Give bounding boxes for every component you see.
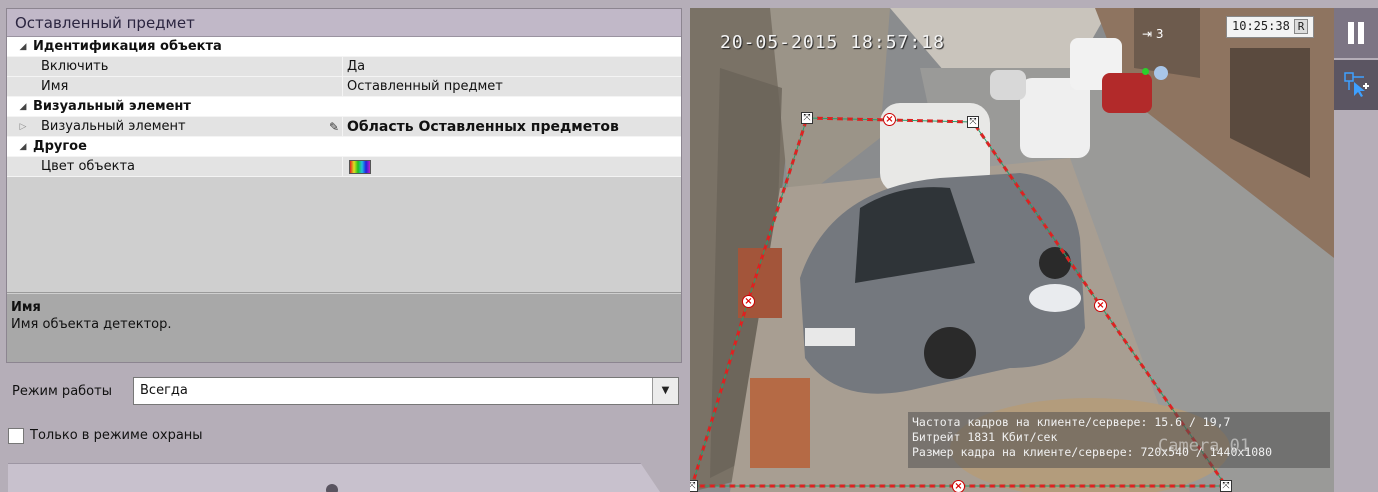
clock-time: 10:25:38 xyxy=(1232,19,1290,33)
status-circle-icon xyxy=(1154,66,1168,80)
zone-midpoint-remove-icon[interactable]: × xyxy=(883,113,896,126)
collapse-arrow-icon[interactable]: ◢ xyxy=(17,37,29,57)
property-row-enable[interactable]: Включить Да xyxy=(7,57,681,77)
stats-bitrate: Битрейт 1831 Кбит/сек xyxy=(912,430,1058,444)
pencil-icon[interactable]: ✎ xyxy=(329,117,339,137)
dropdown-arrow-icon[interactable]: ▼ xyxy=(652,378,678,404)
camera-name-watermark: Camera 01 xyxy=(1158,436,1251,456)
description-title: Имя xyxy=(11,300,41,315)
stats-frame-size: Размер кадра на клиенте/сервере: 720x540… xyxy=(912,445,1273,459)
pause-icon xyxy=(1348,22,1354,44)
guard-only-checkbox[interactable] xyxy=(8,428,24,444)
camera-toolbar xyxy=(1334,8,1378,492)
property-row-visual-element[interactable]: ▷ Визуальный элемент ✎ Область Оставленн… xyxy=(7,117,681,137)
property-row-name[interactable]: Имя Оставленный предмет xyxy=(7,77,681,97)
properties-panel: Оставленный предмет ◢ Идентификация объе… xyxy=(6,8,682,363)
color-swatch-value[interactable] xyxy=(347,157,371,177)
zone-midpoint-remove-icon[interactable]: × xyxy=(1094,299,1107,312)
add-zone-button[interactable] xyxy=(1334,60,1378,110)
record-badge[interactable]: R xyxy=(1293,19,1309,34)
camera-count: ⇥ 3 xyxy=(1142,27,1164,41)
zone-vertex-handle[interactable]: ⤧ xyxy=(1220,480,1232,492)
property-name: Визуальный элемент xyxy=(35,117,343,137)
property-value[interactable]: Оставленный предмет xyxy=(347,77,503,97)
tab-handle-icon[interactable] xyxy=(326,484,338,492)
zone-vertex-handle[interactable]: ⤧ xyxy=(690,480,698,492)
description-text: Имя объекта детектор. xyxy=(11,317,172,332)
camera-count-value: 3 xyxy=(1155,27,1164,41)
category-label: Визуальный элемент xyxy=(33,99,191,114)
property-name: Цвет объекта xyxy=(35,157,343,177)
camera-view[interactable]: 20-05-2015 18:57:18 10:25:38 R ⇥ 3 ⤧ ⤧ ⤧ … xyxy=(690,8,1334,492)
category-identification[interactable]: ◢ Идентификация объекта xyxy=(7,37,681,57)
pause-button[interactable] xyxy=(1334,8,1378,58)
guard-only-label[interactable]: Только в режиме охраны xyxy=(30,428,203,443)
pause-icon xyxy=(1358,22,1364,44)
mode-label: Режим работы xyxy=(12,384,112,399)
expand-arrow-icon[interactable]: ▷ xyxy=(17,117,29,137)
collapse-arrow-icon[interactable]: ◢ xyxy=(17,137,29,157)
camera-timestamp: 20-05-2015 18:57:18 xyxy=(720,32,945,53)
zone-vertex-handle[interactable]: ⤧ xyxy=(967,116,979,128)
property-value[interactable]: Область Оставленных предметов xyxy=(347,117,619,137)
property-name: Имя xyxy=(35,77,343,97)
status-dot-icon xyxy=(1142,68,1149,75)
mode-select[interactable]: Всегда ▼ xyxy=(133,377,679,405)
zone-vertex-handle[interactable]: ⤧ xyxy=(801,112,813,124)
zone-midpoint-remove-icon[interactable]: × xyxy=(742,295,755,308)
stats-fps: Частота кадров на клиенте/сервере: 15.6 … xyxy=(912,415,1231,429)
category-other[interactable]: ◢ Другое xyxy=(7,137,681,157)
add-zone-icon xyxy=(1344,72,1369,97)
clock-display: 10:25:38 R xyxy=(1226,16,1315,38)
property-value[interactable]: Да xyxy=(347,57,365,77)
bottom-panel-tab[interactable] xyxy=(8,463,660,492)
properties-title: Оставленный предмет xyxy=(7,9,681,37)
property-name: Включить xyxy=(35,57,343,77)
properties-empty-area xyxy=(7,196,681,293)
zone-midpoint-remove-icon[interactable]: × xyxy=(952,480,965,492)
color-swatch[interactable] xyxy=(349,160,371,174)
category-label: Другое xyxy=(33,139,87,154)
property-description: Имя Имя объекта детектор. xyxy=(7,294,681,362)
property-row-color[interactable]: Цвет объекта xyxy=(7,157,681,177)
category-visual-element[interactable]: ◢ Визуальный элемент xyxy=(7,97,681,117)
stream-stats: Частота кадров на клиенте/сервере: 15.6 … xyxy=(908,412,1330,468)
mode-select-value: Всегда xyxy=(140,383,188,398)
collapse-arrow-icon[interactable]: ◢ xyxy=(17,97,29,117)
category-label: Идентификация объекта xyxy=(33,39,222,54)
